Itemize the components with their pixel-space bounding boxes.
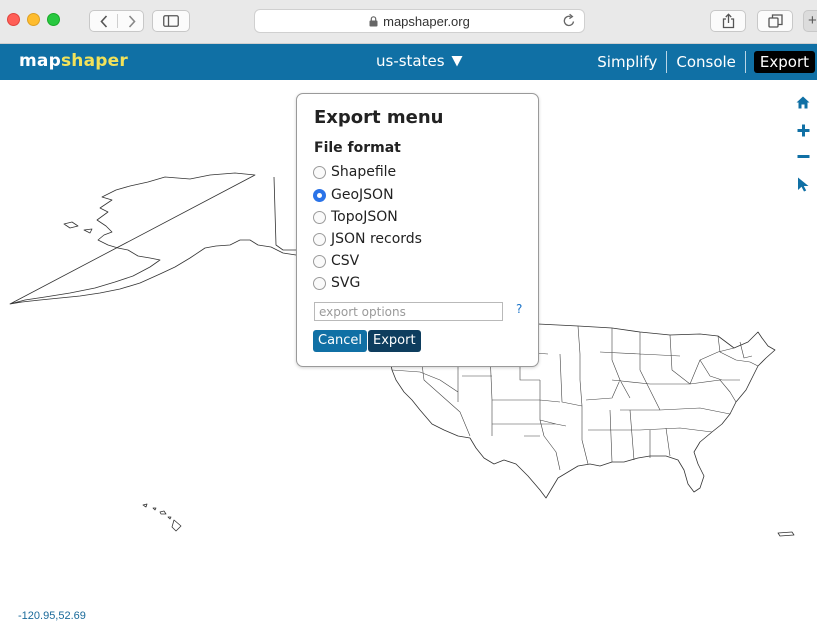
format-option-svg[interactable]: SVG: [313, 273, 360, 293]
menu-simplify[interactable]: Simplify: [588, 44, 666, 80]
share-button[interactable]: [710, 10, 746, 32]
history-nav: [89, 10, 144, 32]
sidebar-icon: [163, 15, 179, 27]
format-option-label: Shapefile: [331, 164, 397, 180]
forward-button[interactable]: [118, 11, 145, 31]
format-option-json-records[interactable]: JSON records: [313, 229, 422, 249]
export-menu-title: Export menu: [314, 107, 444, 128]
export-options-help-link[interactable]: ?: [516, 302, 522, 316]
cancel-button[interactable]: Cancel: [313, 330, 368, 352]
format-radio-selected[interactable]: [313, 188, 326, 202]
fullscreen-window-button[interactable]: [47, 13, 60, 26]
format-option-label: JSON records: [331, 231, 422, 247]
tab-overview-button[interactable]: [757, 10, 793, 32]
format-radio[interactable]: [313, 165, 326, 179]
hawaii-island: [142, 503, 148, 508]
share-icon: [722, 13, 734, 29]
pointer-tool-button[interactable]: [795, 176, 811, 192]
reload-button[interactable]: [562, 13, 576, 32]
pointer-icon: [797, 177, 808, 191]
format-option-topojson[interactable]: TopoJSON: [313, 207, 398, 227]
plus-icon: [797, 124, 809, 136]
format-option-csv[interactable]: CSV: [313, 251, 359, 271]
minimize-window-button[interactable]: [27, 13, 40, 26]
chevron-right-icon: [128, 14, 136, 28]
back-button[interactable]: [90, 11, 117, 31]
hawaii-island: [171, 519, 182, 532]
alaska-island: [83, 228, 93, 234]
logo-prefix: map: [19, 51, 61, 71]
zoom-out-button[interactable]: [795, 148, 811, 164]
format-radio[interactable]: [313, 232, 326, 246]
menu-divider: [744, 51, 746, 73]
puerto-rico-shape: [777, 531, 795, 537]
layer-name: us-states: [376, 52, 445, 70]
format-option-label: GeoJSON: [331, 187, 394, 203]
format-radio[interactable]: [313, 276, 326, 290]
layer-selector[interactable]: us-states: [376, 52, 463, 70]
alaska-island: [63, 221, 79, 229]
url-display: mapshaper.org: [255, 14, 584, 29]
mapshaper-logo: mapshaper: [19, 51, 128, 71]
new-tab-button[interactable]: +: [803, 10, 817, 32]
sidebar-toggle-button[interactable]: [152, 10, 190, 32]
hawaii-island: [159, 510, 167, 515]
zoom-extent-button[interactable]: [795, 94, 811, 110]
browser-toolbar: mapshaper.org +: [0, 0, 817, 44]
main-menu: Simplify Console Export: [588, 44, 817, 80]
format-option-geojson[interactable]: GeoJSON: [313, 185, 394, 205]
chevron-left-icon: [99, 14, 107, 28]
zoom-in-button[interactable]: [795, 122, 811, 138]
app-header: mapshaper us-states Simplify Console Exp…: [0, 44, 817, 80]
url-text: mapshaper.org: [383, 14, 470, 29]
export-options-input[interactable]: [314, 302, 503, 321]
menu-console[interactable]: Console: [667, 44, 745, 80]
minus-icon: [797, 154, 809, 158]
menu-export[interactable]: Export: [753, 51, 815, 73]
close-window-button[interactable]: [7, 13, 20, 26]
dropdown-triangle-icon: [451, 56, 463, 67]
logo-suffix: shaper: [60, 51, 128, 71]
export-button[interactable]: Export: [368, 330, 421, 352]
hawaii-island: [152, 507, 157, 511]
coordinates-readout: -120.95,52.69: [18, 610, 86, 622]
file-format-label: File format: [314, 140, 401, 156]
address-bar[interactable]: mapshaper.org: [254, 9, 585, 33]
format-option-label: CSV: [331, 253, 360, 269]
export-menu-panel: Export menu File format Shapefile GeoJSO…: [296, 93, 539, 367]
format-option-label: SVG: [331, 275, 361, 291]
reload-icon: [563, 13, 575, 27]
tabs-icon: [767, 14, 783, 28]
format-option-label: TopoJSON: [331, 209, 398, 225]
hawaii-island: [167, 516, 172, 520]
home-icon: [796, 96, 810, 108]
lock-icon: [369, 16, 378, 27]
format-radio[interactable]: [313, 254, 326, 268]
format-radio[interactable]: [313, 210, 326, 224]
alaska-shape: [9, 172, 307, 305]
format-option-shapefile[interactable]: Shapefile: [313, 162, 396, 182]
